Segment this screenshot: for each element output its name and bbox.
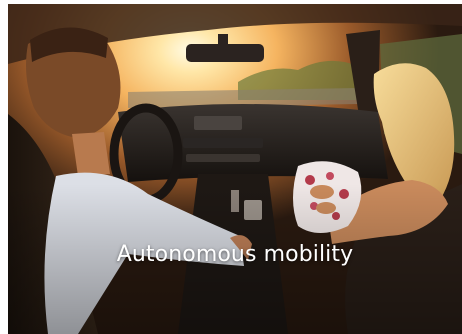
promo-card[interactable]: Autonomous mobility <box>8 4 462 334</box>
car-interior-photo <box>8 4 462 334</box>
card-caption: Autonomous mobility <box>116 242 354 267</box>
